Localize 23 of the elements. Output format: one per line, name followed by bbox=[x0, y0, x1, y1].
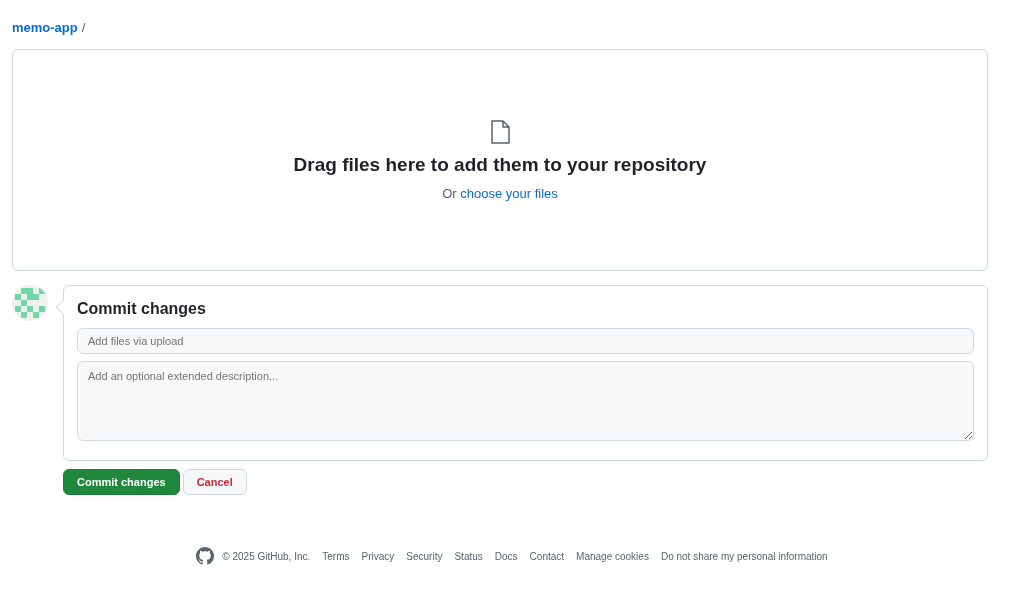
footer-link[interactable]: Manage cookies bbox=[576, 550, 649, 562]
copyright-text: © 2025 GitHub, Inc. bbox=[222, 550, 311, 562]
file-dropzone[interactable]: Drag files here to add them to your repository Or choose your files bbox=[12, 49, 988, 271]
commit-description-field[interactable]: Add an optional extended description... bbox=[77, 361, 974, 441]
footer-link[interactable]: Status bbox=[454, 550, 483, 562]
footer-link[interactable]: Terms bbox=[322, 550, 350, 562]
footer-link[interactable]: Security bbox=[406, 550, 443, 562]
dropzone-title: Drag files here to add them to your repository bbox=[293, 153, 707, 176]
footer-link[interactable]: Do not share my personal information bbox=[660, 550, 828, 562]
repo-link[interactable]: memo-app bbox=[12, 20, 78, 35]
github-logo-icon bbox=[196, 547, 215, 565]
cancel-button[interactable]: Cancel bbox=[182, 469, 247, 495]
commit-button[interactable]: Commit changes bbox=[63, 469, 180, 495]
commit-summary-field[interactable]: Add files via upload bbox=[77, 328, 974, 354]
upload-hint: Or choose your files bbox=[442, 185, 558, 201]
commit-title: Commit changes bbox=[77, 300, 207, 318]
avatar-icon bbox=[12, 285, 48, 321]
footer-link[interactable]: Contact bbox=[529, 550, 565, 562]
choose-files-link[interactable]: choose your files bbox=[460, 185, 558, 201]
footer-link[interactable]: Docs bbox=[494, 550, 518, 562]
breadcrumb-separator: / bbox=[81, 20, 86, 35]
footer-link[interactable]: Privacy bbox=[361, 550, 395, 562]
file-icon bbox=[490, 119, 510, 144]
